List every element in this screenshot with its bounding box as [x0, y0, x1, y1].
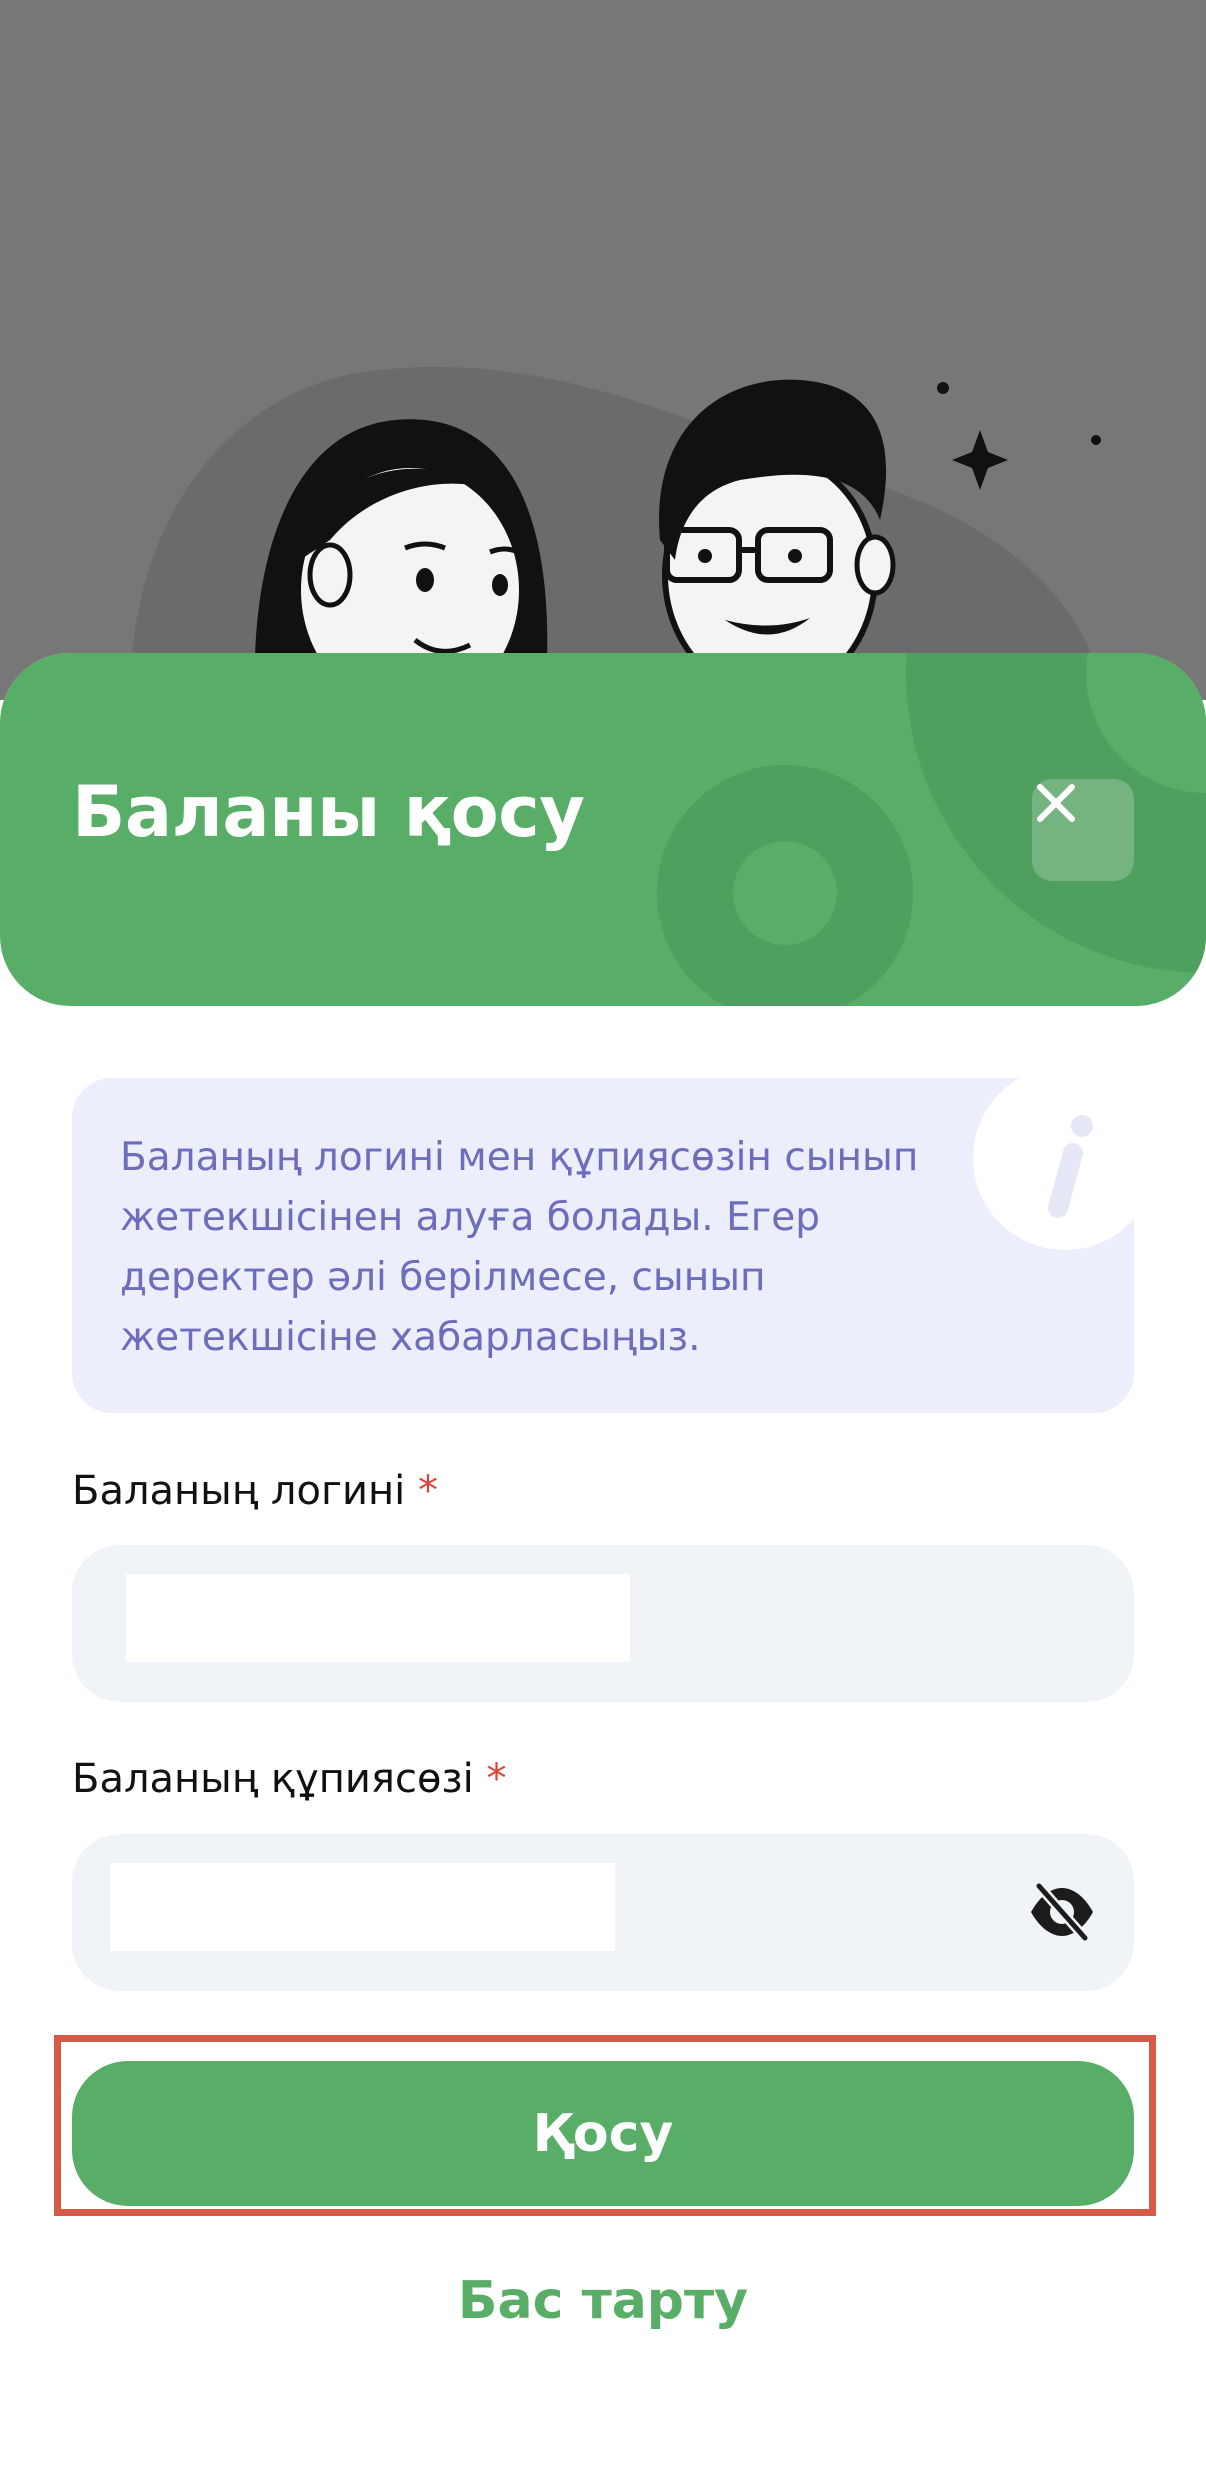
eye-off-icon [1031, 1882, 1093, 1942]
password-value [110, 1863, 615, 1951]
required-mark: * [417, 1468, 438, 1514]
password-input[interactable] [72, 1834, 1134, 1991]
login-label-text: Баланың логині [72, 1468, 406, 1514]
toggle-password-visibility-button[interactable] [1022, 1872, 1102, 1952]
background-illustration [0, 0, 1206, 700]
add-button[interactable]: Қосу [72, 2061, 1134, 2206]
info-notice: Баланың логині мен құпиясөзін сынып жете… [72, 1078, 1134, 1413]
add-child-sheet: Баланы қосу Баланың логині мен құпиясөзі… [0, 653, 1206, 2483]
close-button[interactable] [1032, 779, 1134, 881]
close-icon [1037, 784, 1075, 822]
dialog-title: Баланы қосу [72, 771, 585, 853]
login-label: Баланың логині * [72, 1468, 438, 1514]
login-value [126, 1574, 630, 1662]
cancel-button[interactable]: Бас тарту [0, 2271, 1206, 2331]
sheet-header: Баланы қосу [0, 653, 1206, 1006]
password-label-text: Баланың құпиясөзі [72, 1756, 474, 1802]
login-input[interactable] [72, 1545, 1134, 1702]
required-mark: * [486, 1756, 507, 1802]
info-text: Баланың логині мен құпиясөзін сынып жете… [120, 1135, 919, 1360]
info-icon [973, 1078, 1134, 1250]
password-label: Баланың құпиясөзі * [72, 1756, 507, 1802]
